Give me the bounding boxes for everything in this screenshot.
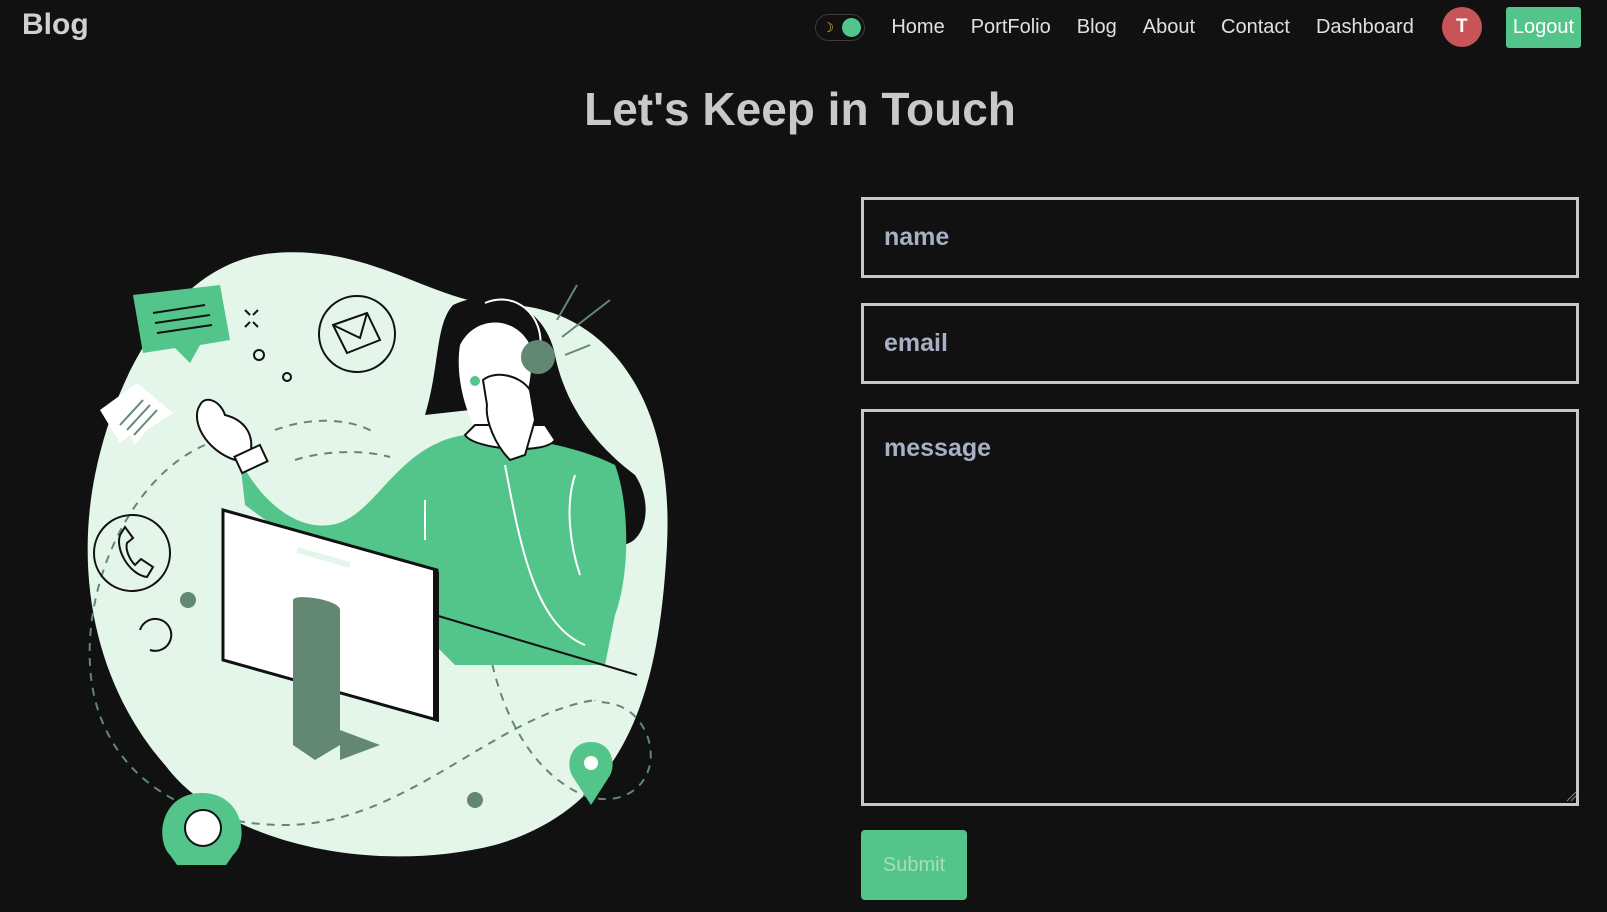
nav-link-blog[interactable]: Blog <box>1077 16 1117 39</box>
resize-grip-icon[interactable] <box>1565 790 1577 802</box>
nav-link-portfolio[interactable]: PortFolio <box>971 16 1051 39</box>
theme-toggle[interactable]: ☽ <box>815 13 866 41</box>
nav-link-about[interactable]: About <box>1143 16 1195 39</box>
decor-dot <box>467 792 483 808</box>
moon-icon: ☽ <box>822 19 835 35</box>
top-navigation: ☽ Home PortFolio Blog About Contact Dash… <box>815 6 1581 48</box>
location-pin-icon <box>162 793 242 865</box>
nav-link-contact[interactable]: Contact <box>1221 16 1290 39</box>
page-title: Let's Keep in Touch <box>584 83 1016 135</box>
decor-dot <box>180 592 196 608</box>
headset-earpiece <box>521 340 555 374</box>
logout-button[interactable]: Logout <box>1505 6 1581 48</box>
nav-link-dashboard[interactable]: Dashboard <box>1316 16 1414 39</box>
headset-mic <box>470 376 480 386</box>
contact-support-illustration <box>87 252 668 865</box>
message-field[interactable] <box>861 409 1579 806</box>
toggle-knob <box>842 17 862 37</box>
email-field[interactable] <box>861 303 1579 384</box>
nav-link-home[interactable]: Home <box>891 16 944 39</box>
submit-button[interactable]: Submit <box>861 830 967 900</box>
site-logo[interactable]: Blog <box>22 8 89 42</box>
name-field[interactable] <box>861 197 1579 278</box>
user-avatar[interactable]: T <box>1441 7 1482 47</box>
